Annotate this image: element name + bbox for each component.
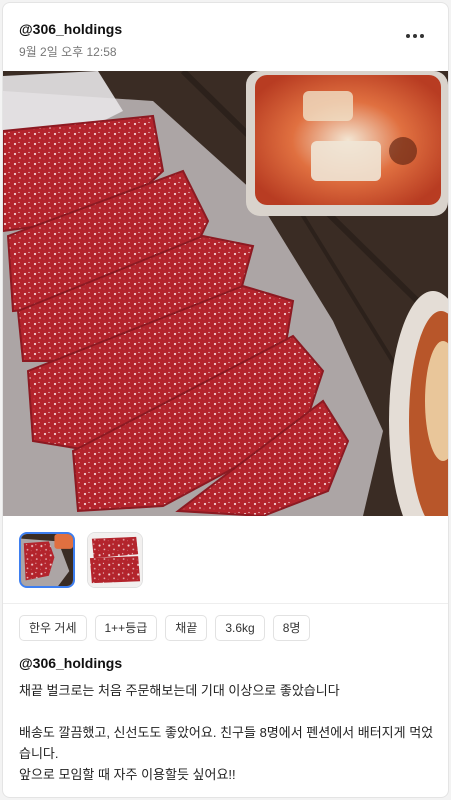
post-text-line: 앞으로 모임할 때 자주 이용할듯 싶어요!! [19, 767, 236, 782]
post-date: 9월 2일 오후 12:58 [19, 45, 117, 59]
post-card: @306_holdings 9월 2일 오후 12:58 한우 거세 1++등급… [2, 2, 449, 798]
post-text-line: 채끝 벌크로는 처음 주문해보는데 기대 이상으로 좋았습니다 [19, 683, 340, 698]
tag-weight[interactable]: 3.6kg [215, 615, 265, 641]
post-body: 채끝 벌크로는 처음 주문해보는데 기대 이상으로 좋았습니다 배송도 깔끔했고… [19, 680, 439, 785]
thumbnail-2[interactable] [87, 532, 143, 588]
post-text-line: 배송도 깔끔했고, 신선도도 좋았어요. 친구들 8명에서 펜션에서 배터지게 … [19, 725, 434, 761]
tag-people[interactable]: 8명 [272, 615, 311, 641]
tag-grade-cattle[interactable]: 한우 거세 [19, 615, 87, 641]
thumbnail-strip [3, 516, 448, 604]
tag-cut[interactable]: 채끝 [165, 615, 208, 641]
more-horizontal-icon[interactable] [406, 28, 424, 44]
post-header: @306_holdings 9월 2일 오후 12:58 [3, 3, 448, 71]
thumbnail-1-selected[interactable] [19, 532, 75, 588]
tag-list: 한우 거세 1++등급 채끝 3.6kg 8명 [19, 615, 311, 641]
main-photo[interactable] [3, 71, 448, 516]
tag-grade[interactable]: 1++등급 [94, 615, 158, 641]
post-username[interactable]: @306_holdings [19, 21, 122, 37]
content-author[interactable]: @306_holdings [19, 655, 122, 671]
